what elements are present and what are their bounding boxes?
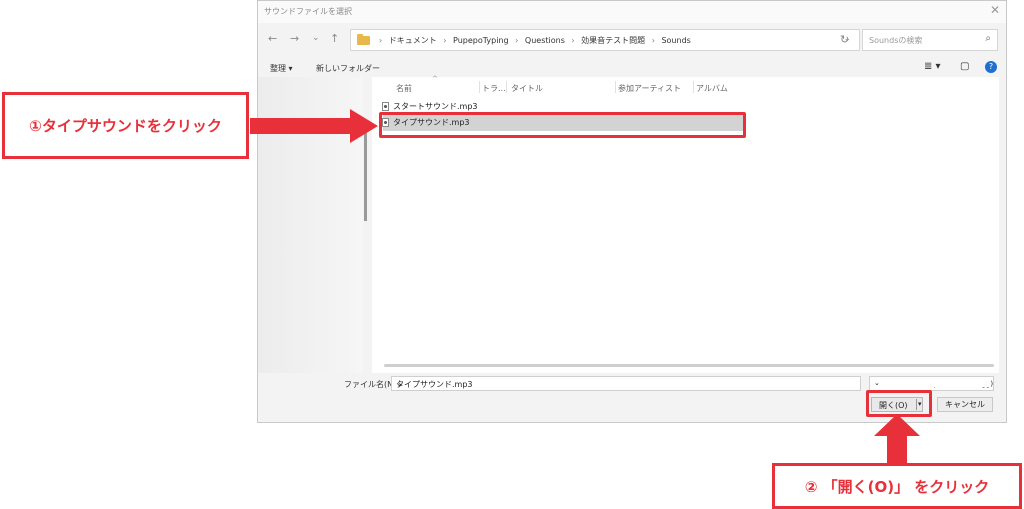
breadcrumb-separator: › bbox=[379, 36, 383, 45]
column-divider[interactable] bbox=[506, 81, 507, 93]
help-icon[interactable]: ? bbox=[985, 61, 997, 73]
breadcrumb-item-sound-test[interactable]: 効果音テスト問題 bbox=[581, 36, 645, 45]
column-divider[interactable] bbox=[479, 81, 480, 93]
horizontal-scrollbar[interactable] bbox=[384, 364, 994, 367]
column-header-name[interactable]: 名前 bbox=[396, 83, 412, 94]
column-header-track[interactable]: トラ... bbox=[482, 83, 506, 94]
file-type-dropdown-icon[interactable]: ⌄ bbox=[874, 379, 990, 387]
audio-file-icon bbox=[382, 102, 389, 111]
breadcrumb: › ドキュメント › PupepoTyping › Questions › 効果… bbox=[375, 35, 691, 46]
tutorial-screenshot: サウンドファイルを選択 ✕ ← → ⌄ ↑ › ドキュメント › PupepoT… bbox=[0, 0, 1024, 509]
navigation-row: ← → ⌄ ↑ › ドキュメント › PupepoTyping › Questi… bbox=[258, 29, 1006, 51]
search-placeholder: Soundsの検索 bbox=[869, 36, 923, 45]
search-box[interactable]: Soundsの検索 ⌕ bbox=[862, 29, 998, 51]
refresh-icon[interactable]: ↻ bbox=[840, 33, 849, 46]
file-open-dialog: サウンドファイルを選択 ✕ ← → ⌄ ↑ › ドキュメント › PupepoT… bbox=[257, 0, 1007, 423]
new-folder-button[interactable]: 新しいフォルダー bbox=[316, 63, 380, 74]
column-header-artist[interactable]: 参加アーティスト bbox=[618, 83, 681, 94]
title-bar: サウンドファイルを選択 ✕ bbox=[258, 1, 1006, 23]
view-options-icon[interactable]: ≣ ▾ bbox=[924, 61, 941, 72]
breadcrumb-separator: › bbox=[571, 36, 575, 45]
breadcrumb-separator: › bbox=[651, 36, 655, 45]
dialog-title: サウンドファイルを選択 bbox=[264, 7, 352, 16]
column-header-title[interactable]: タイトル bbox=[511, 83, 543, 94]
column-header-album[interactable]: アルバム bbox=[696, 83, 728, 94]
folder-icon bbox=[357, 34, 370, 45]
forward-icon[interactable]: → bbox=[290, 32, 299, 45]
breadcrumb-item-questions[interactable]: Questions bbox=[525, 36, 565, 45]
filename-input[interactable]: タイプサウンド.mp3 ⌄ bbox=[391, 376, 861, 391]
up-folder-icon[interactable]: ↑ bbox=[330, 32, 339, 45]
close-icon[interactable]: ✕ bbox=[990, 3, 1000, 17]
breadcrumb-separator: › bbox=[515, 36, 519, 45]
address-bar[interactable]: › ドキュメント › PupepoTyping › Questions › 効果… bbox=[350, 29, 860, 51]
breadcrumb-item-documents[interactable]: ドキュメント bbox=[389, 36, 437, 45]
preview-pane-icon[interactable]: ▢ bbox=[960, 61, 969, 72]
breadcrumb-item-sounds[interactable]: Sounds bbox=[661, 36, 690, 45]
filename-dropdown-icon[interactable]: ⌄ bbox=[396, 379, 856, 388]
navigation-pane-scrollbar[interactable] bbox=[364, 131, 367, 221]
arrow-up-icon bbox=[874, 414, 920, 464]
search-icon[interactable]: ⌕ bbox=[985, 33, 991, 44]
back-icon[interactable]: ← bbox=[268, 32, 277, 45]
step1-callout: ①タイプサウンドをクリック bbox=[2, 92, 249, 159]
organize-menu[interactable]: 整理 ▾ bbox=[270, 63, 293, 74]
cancel-button[interactable]: キャンセル bbox=[937, 397, 993, 412]
breadcrumb-separator: › bbox=[443, 36, 447, 45]
command-bar: 整理 ▾ 新しいフォルダー ≣ ▾ ▢ ? bbox=[258, 59, 1006, 77]
column-divider[interactable] bbox=[693, 81, 694, 93]
breadcrumb-item-pupepotyping[interactable]: PupepoTyping bbox=[453, 36, 509, 45]
step2-callout: ② 「開く(O)」 をクリック bbox=[772, 463, 1022, 509]
sort-ascending-icon: ^ bbox=[432, 75, 438, 83]
highlight-selected-file bbox=[379, 112, 746, 138]
file-type-select[interactable]: 音声ファイル (*.mp3; *.wav; *.ogg) ⌄ bbox=[869, 376, 994, 391]
arrow-right-icon bbox=[250, 109, 378, 143]
file-name: スタートサウンド.mp3 bbox=[393, 102, 478, 111]
recent-locations-icon[interactable]: ⌄ bbox=[312, 33, 320, 43]
highlight-open-button bbox=[866, 390, 932, 417]
column-divider[interactable] bbox=[615, 81, 616, 93]
